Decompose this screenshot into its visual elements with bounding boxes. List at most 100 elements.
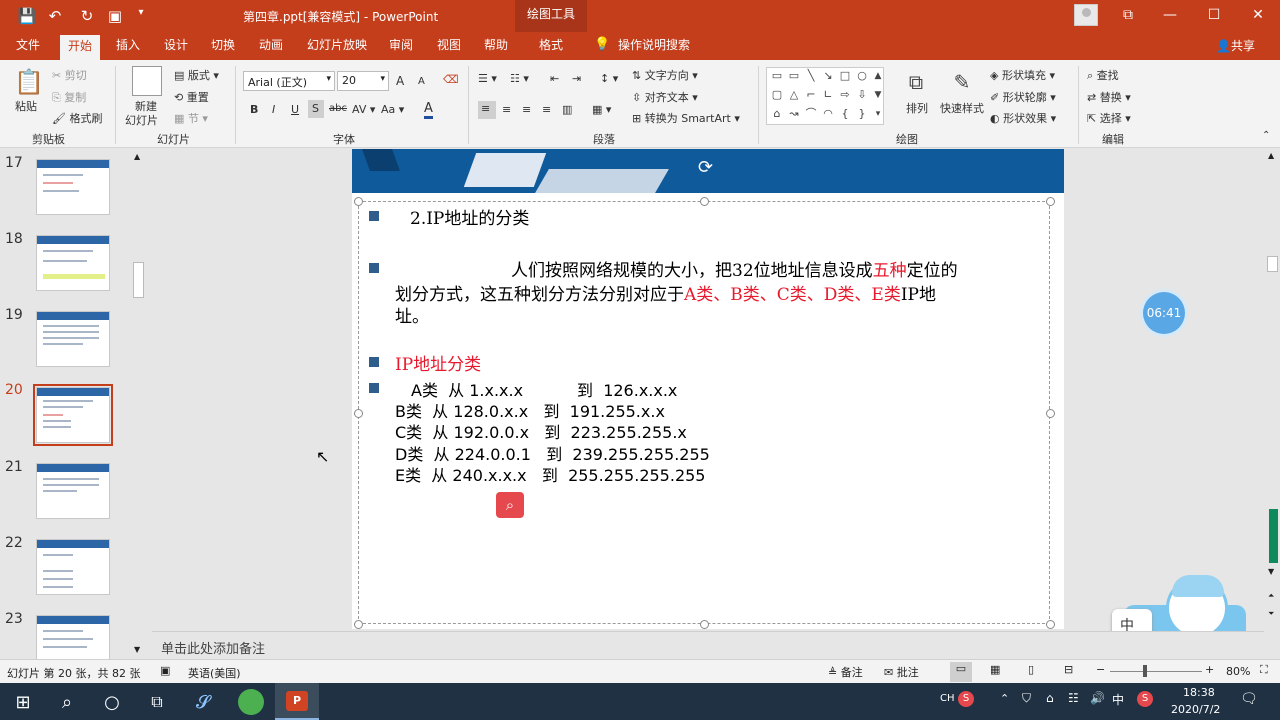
tab-animations[interactable]: 动画 [259,37,283,53]
sogou-icon[interactable]: S [958,691,974,707]
resize-handle[interactable] [700,197,709,206]
grow-font-button[interactable]: A [396,74,404,88]
slide-thumbnail[interactable] [36,159,110,215]
fit-to-window-icon[interactable]: ⛶ [1260,663,1268,677]
thumbnail-scrollbar[interactable]: ▲ ▼ [131,152,146,657]
align-text-button[interactable]: ⇳ 对齐文本 ▾ [632,89,698,105]
shrink-font-button[interactable]: A [418,76,425,87]
section-button[interactable]: ▦ 节 ▾ [174,110,208,126]
notes-placeholder[interactable]: 单击此处添加备注 [161,638,265,657]
spellcheck-icon[interactable]: ▣ [160,664,170,677]
start-slideshow-icon[interactable]: ▣ [105,7,125,25]
notes-pane[interactable]: 单击此处添加备注 [152,631,1264,659]
reset-button[interactable]: ⟲ 重置 [174,89,209,105]
increase-indent-icon[interactable]: ⇥ [572,72,581,85]
resize-handle[interactable] [354,620,363,629]
quick-styles-button[interactable]: 快速样式 [940,100,984,116]
zoom-level[interactable]: 80% [1226,665,1250,678]
decrease-indent-icon[interactable]: ⇤ [550,72,559,85]
numbering-icon[interactable]: ☷ ▾ [510,72,529,85]
align-right-icon[interactable]: ≡ [522,103,531,116]
slide-thumbnail[interactable] [36,235,110,291]
reading-view-icon[interactable]: ▯ [1028,663,1034,676]
underline-button[interactable]: U [291,103,299,116]
clock-date[interactable]: 2020/7/2 [1171,703,1220,716]
sogou-tray-icon[interactable]: S [1137,691,1153,707]
tab-format[interactable]: 格式 [539,37,563,53]
align-center-icon[interactable]: ≡ [502,103,511,116]
slide-sorter-icon[interactable]: ▦ [990,663,1000,676]
arrange-icon[interactable]: ⧉ [902,68,930,96]
clock-time[interactable]: 18:38 [1183,686,1215,699]
maximize-button[interactable]: ☐ [1192,0,1236,32]
copy-button[interactable]: ⎘ 复制 [52,89,86,105]
ribbon-display-button[interactable]: ⧉ [1106,0,1150,32]
ime-mode[interactable]: CH [940,693,955,704]
slide-scrollbar[interactable]: ▲ ▼ ⏶ ⏷ [1265,149,1280,659]
slideshow-view-icon[interactable]: ⊟ [1064,663,1073,676]
paste-label[interactable]: 粘贴 [15,98,37,114]
wifi-icon[interactable]: ☷ [1068,691,1079,705]
font-family-combo[interactable]: Arial (正文) ▾ [243,71,335,91]
quick-styles-icon[interactable]: ✎ [948,68,976,96]
cut-button[interactable]: ✂ 剪切 [52,67,87,83]
tab-file[interactable]: 文件 [16,37,40,53]
ime-language[interactable]: 中 [1112,691,1124,708]
convert-smartart-button[interactable]: ⊞ 转换为 SmartArt ▾ [632,110,740,126]
resize-handle[interactable] [354,197,363,206]
text-direction-button[interactable]: ⇅ 文字方向 ▾ [632,67,698,83]
tab-help[interactable]: 帮助 [484,37,508,53]
search-icon[interactable]: ⌕ [496,492,524,518]
distributed-icon[interactable]: ▥ [562,103,572,116]
paste-icon[interactable]: 📋 [14,66,44,98]
normal-view-icon[interactable]: ▭ [950,662,972,682]
shape-outline-button[interactable]: ✐ 形状轮廓 ▾ [990,89,1056,105]
save-icon[interactable]: 💾 [17,7,37,25]
cortana-icon[interactable]: ○ [99,689,125,715]
scroll-down-icon[interactable]: ▼ [134,645,140,654]
zoom-in-icon[interactable]: + [1205,663,1214,676]
line-spacing-icon[interactable]: ↕ ▾ [600,72,618,85]
new-slide-icon[interactable] [132,66,162,96]
notes-toggle[interactable]: ≜ 备注 [828,664,863,680]
tab-home[interactable]: 开始 [60,35,101,60]
language-indicator[interactable]: 英语(美国) [188,665,241,681]
tab-review[interactable]: 审阅 [389,37,413,53]
task-view-icon[interactable]: ⧉ [144,689,170,715]
tab-view[interactable]: 视图 [437,37,461,53]
change-case-button[interactable]: Aa ▾ [381,103,404,116]
scroll-thumb[interactable] [133,262,144,298]
resize-handle[interactable] [700,620,709,629]
next-slide-icon[interactable]: ⏷ [1268,609,1274,619]
replace-button[interactable]: ⇄ 替换 ▾ [1087,89,1131,105]
volume-icon[interactable]: 🔊 [1090,691,1105,705]
app-icon[interactable]: 𝓢 [190,689,216,715]
justify-icon[interactable]: ≡ [542,103,551,116]
zoom-slider-thumb[interactable] [1143,665,1147,677]
font-size-combo[interactable]: 20 ▾ [337,71,389,91]
slide-thumbnail[interactable] [36,463,110,519]
tab-slideshow[interactable]: 幻灯片放映 [307,37,367,53]
strikethrough-button[interactable]: abc [329,103,347,114]
zoom-out-icon[interactable]: − [1096,663,1105,676]
resize-handle[interactable] [1046,409,1055,418]
scroll-down-icon[interactable]: ▼ [1268,567,1274,576]
share-button[interactable]: 👤共享 [1216,37,1255,54]
arrange-button[interactable]: 排列 [906,100,928,116]
layout-button[interactable]: ▤ 版式 ▾ [174,67,219,83]
tab-insert[interactable]: 插入 [116,37,140,53]
security-icon[interactable]: ⛉ [1022,691,1031,706]
redo-icon[interactable]: ↻ [77,7,97,25]
scroll-up-icon[interactable]: ▲ [134,152,140,161]
text-placeholder-box[interactable]: 2.IP地址的分类 人们按照网络规模的大小，把32位地址信息设成五种定位的 划分… [354,197,1055,629]
clear-format-icon[interactable]: ⌫ [443,73,459,86]
scroll-up-icon[interactable]: ▲ [1268,151,1274,160]
tab-transitions[interactable]: 切换 [211,37,235,53]
close-button[interactable]: ✕ [1236,0,1280,32]
resize-handle[interactable] [1046,620,1055,629]
shape-fill-button[interactable]: ◈ 形状填充 ▾ [990,67,1055,83]
bold-button[interactable]: B [250,103,258,116]
align-left-icon[interactable]: ≡ [478,101,496,119]
format-painter-button[interactable]: 🖌 格式刷 [52,110,102,126]
minimize-button[interactable]: — [1148,0,1192,32]
